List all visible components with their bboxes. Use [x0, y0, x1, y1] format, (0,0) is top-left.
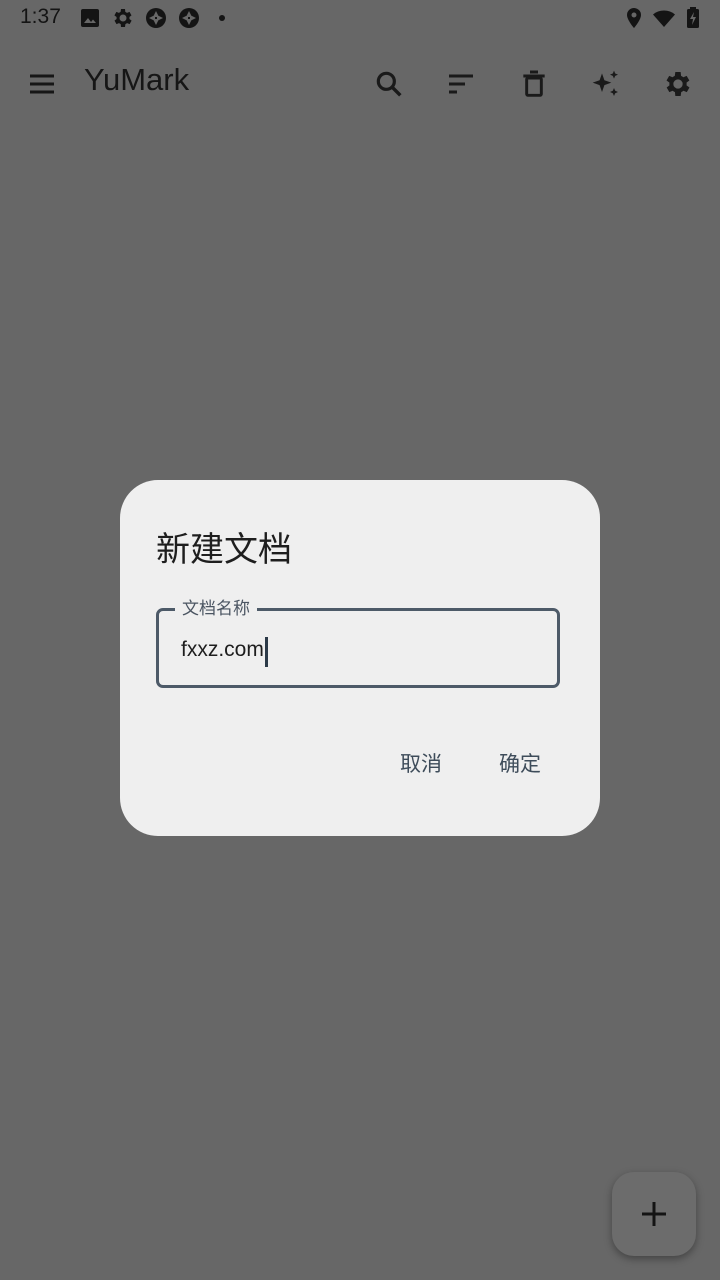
settings-notification-icon — [111, 6, 135, 30]
wifi-icon — [652, 6, 676, 30]
document-name-input[interactable]: fxxz.com — [181, 637, 264, 663]
sort-button[interactable] — [437, 60, 485, 108]
new-document-dialog: 新建文档 文档名称 fxxz.com 取消 确定 — [120, 480, 600, 836]
status-time: 1:37 — [20, 5, 61, 28]
app-title: YuMark — [84, 62, 190, 97]
delete-button[interactable] — [510, 60, 558, 108]
confirm-button[interactable]: 确定 — [489, 742, 551, 784]
menu-icon — [30, 74, 54, 94]
sparkle-icon — [592, 70, 618, 96]
ai-sparkle-button[interactable] — [582, 60, 630, 108]
battery-charging-icon — [681, 6, 705, 30]
aperture-notification-icon — [144, 6, 168, 30]
dot-icon — [210, 6, 234, 30]
settings-icon — [666, 72, 690, 96]
status-bar: 1:37 — [0, 0, 720, 36]
delete-icon — [523, 70, 545, 97]
text-cursor — [265, 637, 268, 667]
image-notification-icon — [78, 6, 102, 30]
cancel-button[interactable]: 取消 — [390, 742, 452, 784]
add-icon — [642, 1202, 666, 1226]
location-icon — [622, 6, 646, 30]
settings-button[interactable] — [654, 60, 702, 108]
menu-button[interactable] — [18, 60, 66, 108]
sort-icon — [449, 74, 473, 94]
document-name-label: 文档名称 — [175, 598, 257, 620]
dialog-title: 新建文档 — [156, 530, 292, 570]
search-icon — [376, 71, 402, 97]
app-bar: YuMark — [0, 44, 720, 124]
document-name-field[interactable]: 文档名称 fxxz.com — [156, 598, 560, 688]
add-document-fab[interactable] — [612, 1172, 696, 1256]
aperture-notification-icon — [177, 6, 201, 30]
search-button[interactable] — [365, 60, 413, 108]
